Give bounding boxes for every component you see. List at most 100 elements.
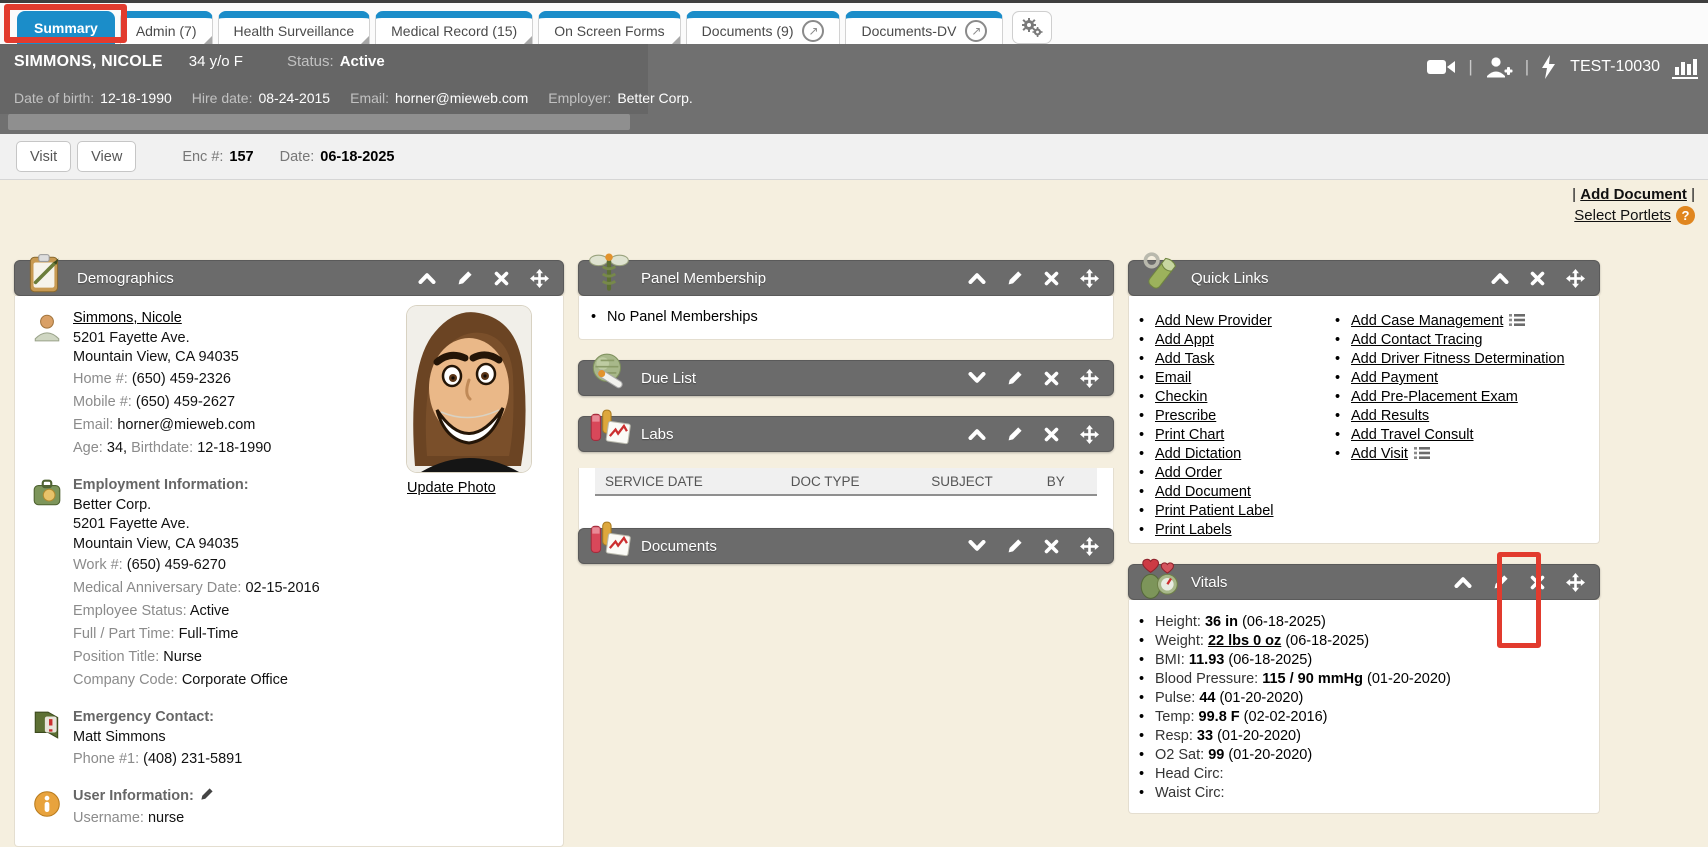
move-icon[interactable] (1080, 369, 1099, 388)
portlet-title: Panel Membership (641, 270, 766, 287)
quick-links-body: Add New Provider Add Appt Add Task Email… (1128, 296, 1600, 544)
pencil-icon[interactable] (1493, 574, 1509, 590)
x-icon[interactable] (1530, 271, 1545, 286)
page-actions: | Add Document | Select Portlets ? (1572, 186, 1695, 225)
select-portlets-link[interactable]: Select Portlets (1574, 207, 1671, 224)
chevron-down-icon[interactable] (968, 540, 986, 552)
home-phone: (650) 459-2326 (132, 371, 231, 387)
quick-link: Add Travel Consult (1333, 426, 1565, 445)
portlet-documents: Documents (578, 528, 1114, 564)
pencil-icon[interactable] (1007, 270, 1023, 286)
portlet-quick-links: Quick Links Add New Provider Add Appt Ad… (1128, 260, 1600, 544)
weight-link[interactable]: 22 lbs 0 oz (1208, 633, 1281, 649)
dob-value: 12-18-1990 (100, 90, 172, 106)
vital-head-circ: Head Circ: (1137, 765, 1599, 784)
info-icon (31, 786, 73, 830)
tab-health-surveillance[interactable]: Health Surveillance (218, 11, 371, 44)
chevron-up-icon[interactable] (968, 272, 986, 284)
pencil-icon[interactable] (1007, 538, 1023, 554)
lightning-icon[interactable] (1541, 55, 1556, 79)
patient-header-icons: | | TEST-10030 (1426, 52, 1698, 82)
documents-header: Documents (578, 528, 1114, 564)
tab-health-surveillance-label: Health Surveillance (234, 23, 355, 39)
emergency-contact-section: Emergency Contact: Matt Simmons Phone #1… (31, 707, 547, 771)
tab-medical-record[interactable]: Medical Record (15) (375, 11, 533, 44)
demographics-header: Demographics (14, 260, 564, 296)
edit-user-info-pencil-icon[interactable] (200, 789, 214, 805)
labs-table-header: SERVICE DATE DOC TYPE SUBJECT BY (595, 468, 1097, 496)
portlet-title: Quick Links (1191, 270, 1269, 287)
visit-button[interactable]: Visit (16, 141, 71, 172)
quick-link: Add Contact Tracing (1333, 331, 1565, 350)
external-link-circle-icon[interactable]: ↗ (965, 20, 987, 42)
work-phone: (650) 459-6270 (127, 557, 226, 573)
move-icon[interactable] (1566, 269, 1585, 288)
vitals-body: Height: 36 in (06-18-2025) Weight: 22 lb… (1128, 600, 1600, 814)
address-line-1: 5201 Fayette Ave. (73, 329, 271, 349)
view-button[interactable]: View (77, 141, 136, 172)
person-add-icon[interactable] (1485, 56, 1513, 78)
mobile-phone: (650) 459-2627 (136, 394, 235, 410)
move-icon[interactable] (1080, 425, 1099, 444)
quick-link: Print Patient Label (1137, 502, 1333, 521)
demographics-clipboard-icon (22, 251, 68, 297)
chevron-up-icon[interactable] (968, 428, 986, 440)
patient-name-link[interactable]: Simmons, Nicole (73, 310, 182, 326)
position-title: Nurse (163, 649, 202, 665)
quick-link: Add Visit (1333, 445, 1565, 464)
tab-admin[interactable]: Admin (7) (120, 11, 213, 44)
quick-link: Add Dictation (1137, 445, 1333, 464)
x-icon[interactable] (494, 271, 509, 286)
tab-documents-label: Documents (9) (702, 23, 794, 39)
add-document-row: | Add Document | (1572, 186, 1695, 203)
pencil-icon[interactable] (1007, 370, 1023, 386)
header-scrollbar[interactable] (8, 114, 630, 130)
due-list-icon (586, 351, 632, 397)
select-portlets-row: Select Portlets ? (1572, 206, 1695, 225)
tab-documents-dv-label: Documents-DV (861, 23, 956, 39)
move-icon[interactable] (530, 269, 549, 288)
move-icon[interactable] (1080, 269, 1099, 288)
status-value: Active (340, 53, 385, 70)
tab-on-screen-forms[interactable]: On Screen Forms (538, 11, 680, 44)
pencil-icon[interactable] (457, 270, 473, 286)
quick-link: Checkin (1137, 388, 1333, 407)
employment-section: Employment Information: Better Corp. 520… (31, 475, 547, 693)
patient-email: horner@mieweb.com (117, 417, 255, 433)
question-mark-icon[interactable]: ? (1676, 206, 1695, 225)
external-link-circle-icon[interactable]: ↗ (802, 20, 824, 42)
x-icon[interactable] (1530, 575, 1545, 590)
tab-settings-button[interactable] (1012, 11, 1052, 44)
move-icon[interactable] (1080, 537, 1099, 556)
x-icon[interactable] (1044, 271, 1059, 286)
update-photo-link[interactable]: Update Photo (407, 480, 496, 496)
age-value: 34, (107, 440, 127, 456)
list-icon (1414, 446, 1430, 465)
x-icon[interactable] (1044, 539, 1059, 554)
chevron-down-icon[interactable] (968, 372, 986, 384)
x-icon[interactable] (1044, 371, 1059, 386)
portlet-panel-membership: Panel Membership No Panel Memberships (578, 260, 1114, 340)
x-icon[interactable] (1044, 427, 1059, 442)
add-document-link[interactable]: Add Document (1580, 186, 1687, 203)
panel-membership-body: No Panel Memberships (578, 296, 1114, 340)
email-label: Email: (350, 90, 389, 106)
bar-chart-icon[interactable] (1672, 55, 1698, 79)
visit-bar: Visit View Enc #: 157 Date: 06-18-2025 (0, 134, 1708, 180)
visit-date-value: 06-18-2025 (320, 149, 394, 165)
full-part-time: Full-Time (179, 626, 239, 642)
employee-status: Active (190, 603, 230, 619)
pencil-icon[interactable] (1007, 426, 1023, 442)
vital-o2-sat: O2 Sat: 99 (01-20-2020) (1137, 746, 1599, 765)
vital-height: Height: 36 in (06-18-2025) (1137, 613, 1599, 632)
tab-documents-dv[interactable]: Documents-DV ↗ (845, 11, 1003, 44)
move-icon[interactable] (1566, 573, 1585, 592)
tab-documents[interactable]: Documents (9) ↗ (686, 11, 841, 44)
tab-summary[interactable]: Summary (17, 11, 115, 44)
chevron-up-icon[interactable] (418, 272, 436, 284)
portlet-title: Documents (641, 538, 717, 555)
chevron-up-icon[interactable] (1491, 272, 1509, 284)
chevron-up-icon[interactable] (1454, 576, 1472, 588)
enc-label: Enc #: (182, 149, 223, 165)
video-camera-icon[interactable] (1426, 57, 1456, 77)
